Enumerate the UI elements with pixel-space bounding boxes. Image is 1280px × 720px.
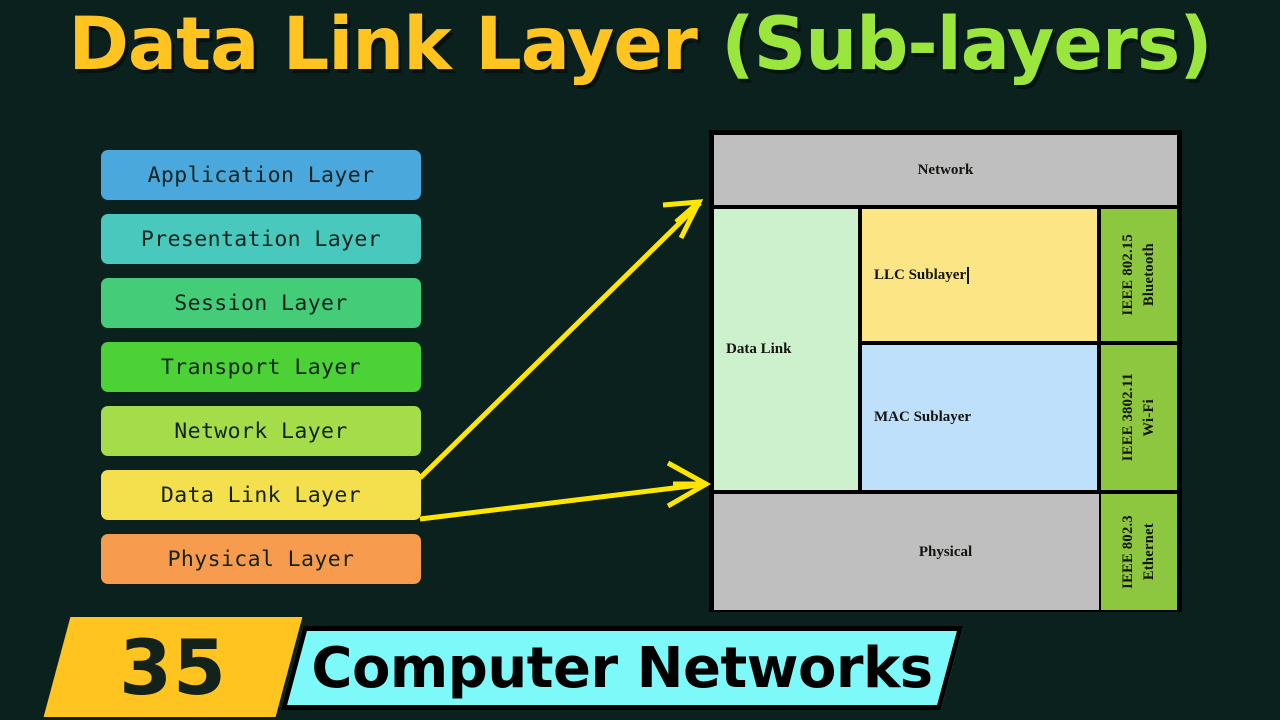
diagram-cell-llc-label: LLC Sublayer [874, 266, 967, 283]
diagram-standard-bluetooth: IEEE 802.15 Bluetooth [1099, 207, 1179, 343]
osi-layer-physical[interactable]: Physical Layer [101, 534, 421, 584]
osi-layer-presentation[interactable]: Presentation Layer [101, 214, 421, 264]
diagram-cell-mac-sublayer: MAC Sublayer [860, 343, 1099, 492]
sublayer-block-diagram: Network Data Link LLC Sublayer MAC Subla… [709, 130, 1182, 612]
diagram-cell-mac-label: MAC Sublayer [874, 409, 972, 425]
osi-layer-label: Presentation Layer [140, 226, 382, 252]
arrow-to-physical-block [419, 460, 712, 522]
diagram-cell-network: Network [712, 133, 1179, 207]
standard-technology-label: Wi-Fi [1141, 398, 1157, 437]
page-title-main: Data Link Layer [68, 2, 698, 87]
osi-layer-session[interactable]: Session Layer [101, 278, 421, 328]
standard-number-label: IEEE 3802.11 [1120, 373, 1136, 462]
diagram-standard-ethernet: IEEE 802.3 Ethernet [1099, 492, 1179, 612]
course-title-label: Computer Networks [311, 635, 933, 701]
slide-canvas: Data Link Layer (Sub-layers) Application… [0, 0, 1280, 720]
page-title: Data Link Layer (Sub-layers) [0, 8, 1280, 81]
osi-layer-label: Session Layer [174, 290, 348, 316]
osi-layer-network[interactable]: Network Layer [101, 406, 421, 456]
osi-layer-label: Physical Layer [167, 546, 355, 572]
osi-layer-label: Application Layer [147, 162, 375, 188]
standard-technology-label: Bluetooth [1141, 243, 1157, 307]
diagram-cell-data-link: Data Link [712, 207, 860, 492]
osi-layer-stack: Application Layer Presentation Layer Ses… [101, 150, 421, 598]
osi-layer-application[interactable]: Application Layer [101, 150, 421, 200]
diagram-standard-wifi: IEEE 3802.11 Wi-Fi [1099, 343, 1179, 492]
osi-layer-label: Transport Layer [160, 354, 362, 380]
arrow-to-data-link-block [418, 199, 704, 480]
standard-technology-label: Ethernet [1141, 523, 1157, 581]
osi-layer-data-link[interactable]: Data Link Layer [101, 470, 421, 520]
lesson-number-label: 35 [119, 622, 227, 712]
osi-layer-transport[interactable]: Transport Layer [101, 342, 421, 392]
osi-layer-label: Network Layer [174, 418, 348, 444]
diagram-cell-network-label: Network [917, 161, 974, 178]
osi-layer-label: Data Link Layer [160, 482, 362, 508]
diagram-cell-physical-label: Physical [918, 543, 973, 560]
text-cursor-icon [967, 266, 970, 284]
standard-number-label: IEEE 802.3 [1120, 515, 1136, 589]
diagram-cell-llc-sublayer: LLC Sublayer [860, 207, 1099, 343]
diagram-cell-data-link-label: Data Link [726, 341, 792, 357]
standard-number-label: IEEE 802.15 [1120, 234, 1136, 316]
page-title-sub: (Sub-layers) [721, 2, 1212, 87]
